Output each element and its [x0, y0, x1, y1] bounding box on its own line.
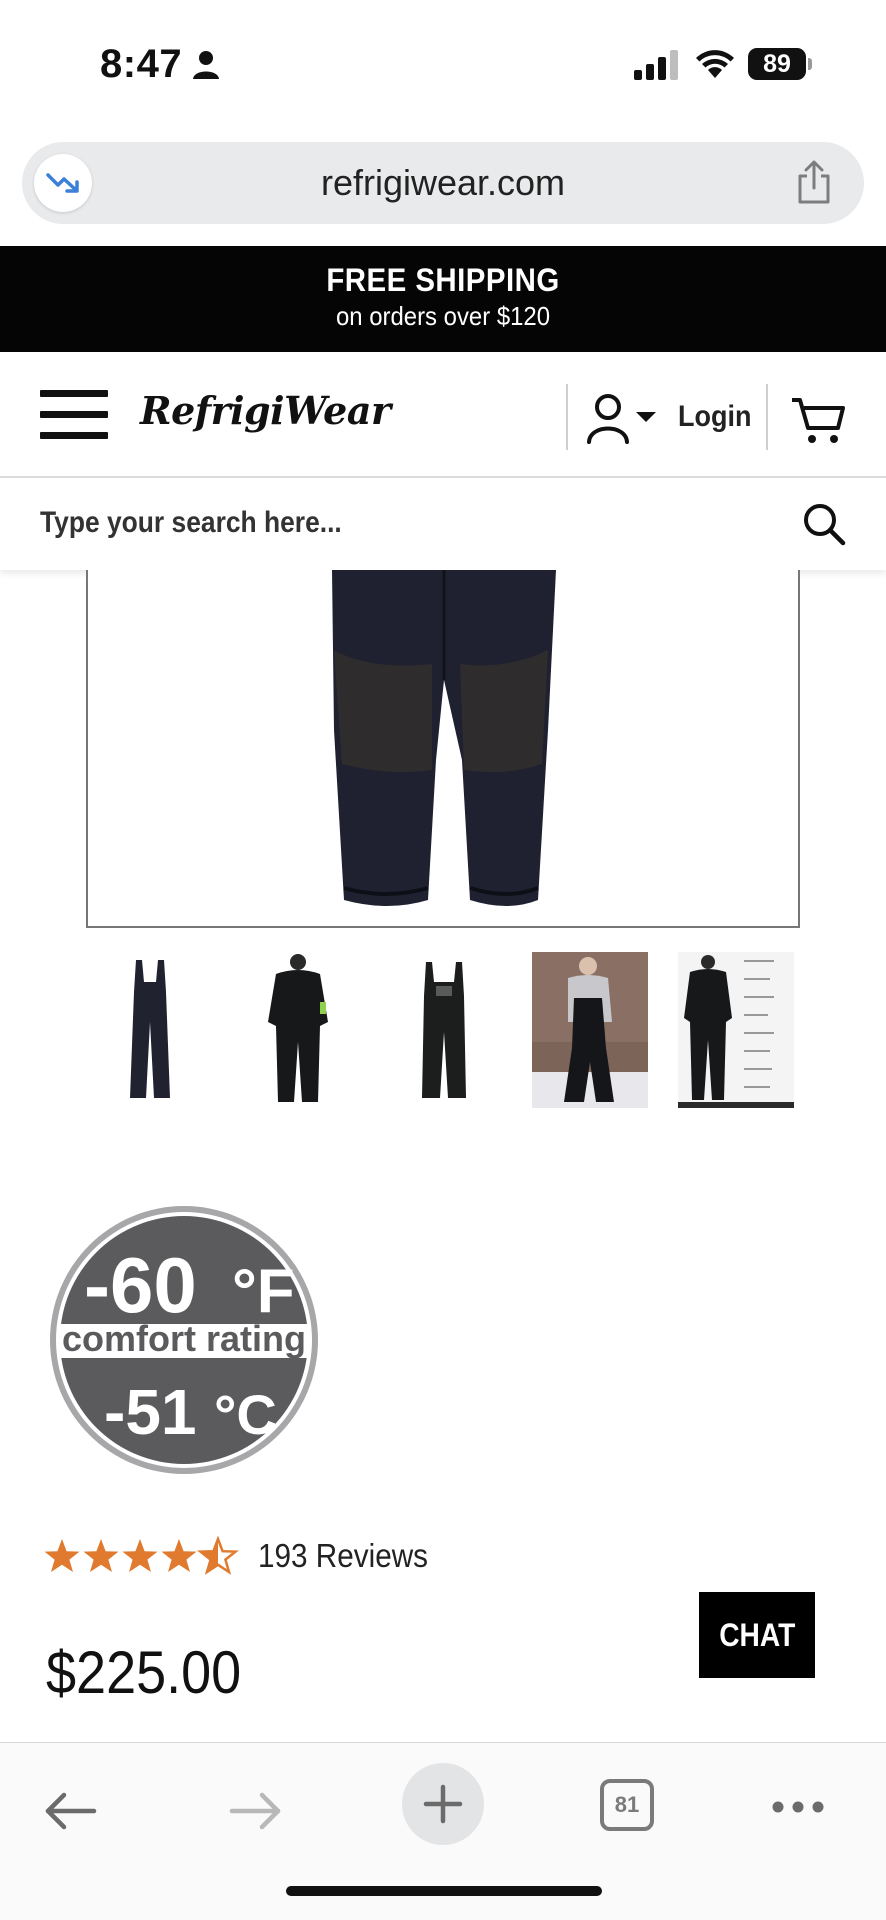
tab-switcher-button[interactable]: 81 [600, 1779, 654, 1831]
review-count[interactable]: 193 Reviews [258, 1537, 428, 1575]
promo-subtitle: on orders over $120 [335, 301, 551, 331]
star-icon [199, 1537, 237, 1574]
back-arrow-icon[interactable] [44, 1791, 98, 1831]
promo-banner[interactable]: FREE SHIPPING on orders over $120 [0, 246, 886, 352]
forward-arrow-icon[interactable] [228, 1791, 282, 1831]
product-main-image[interactable] [86, 570, 800, 928]
address-bar[interactable]: refrigiwear.com [22, 142, 864, 224]
thumbnail-2[interactable] [240, 952, 356, 1108]
home-indicator [286, 1886, 602, 1896]
celsius-value: -51 [104, 1376, 197, 1448]
search-icon[interactable] [802, 502, 846, 546]
chat-button[interactable]: CHAT [699, 1592, 815, 1678]
thumbnail-1[interactable] [92, 952, 208, 1108]
more-options-icon[interactable] [772, 1801, 824, 1813]
status-time: 8:47 [100, 42, 183, 86]
header-divider [566, 384, 568, 450]
celsius-unit: °C [214, 1383, 277, 1446]
plus-icon [423, 1784, 463, 1824]
comfort-rating-badge: -60 °F comfort rating -51 °C [50, 1206, 318, 1474]
thumbnail-strip [0, 952, 886, 1112]
battery-indicator: 89 [748, 48, 806, 80]
promo-title: FREE SHIPPING [326, 262, 560, 298]
search-bar[interactable]: Type your search here... [0, 478, 886, 570]
star-rating [44, 1537, 237, 1574]
product-price: $225.00 [46, 1639, 242, 1706]
site-header: RefrigiWear Login [0, 352, 886, 478]
chat-label: CHAT [718, 1617, 796, 1653]
star-icon [83, 1539, 119, 1572]
login-link[interactable]: Login [678, 400, 751, 434]
header-divider [766, 384, 768, 450]
star-icon [44, 1539, 80, 1572]
cellular-signal-icon [634, 50, 678, 80]
product-rating[interactable]: 193 Reviews [44, 1534, 447, 1578]
battery-nub [808, 58, 812, 70]
wifi-icon [696, 50, 734, 78]
brand-logo[interactable]: RefrigiWear [140, 388, 391, 433]
cart-icon[interactable] [790, 396, 846, 446]
comfort-rating-label: comfort rating [62, 1318, 306, 1359]
thumbnail-5[interactable] [678, 952, 794, 1108]
fahrenheit-value: -60 [84, 1241, 197, 1329]
menu-icon[interactable] [40, 390, 110, 440]
fahrenheit-unit: °F [232, 1257, 295, 1326]
star-icon [122, 1539, 158, 1572]
share-icon[interactable] [794, 160, 834, 206]
thumbnail-4[interactable] [532, 952, 648, 1108]
new-tab-button[interactable] [402, 1763, 484, 1845]
person-icon [193, 51, 219, 79]
product-image-graphic [332, 570, 556, 906]
star-icon [161, 1539, 197, 1572]
search-input[interactable]: Type your search here... [40, 506, 342, 540]
status-bar: 8:47 89 [0, 0, 886, 130]
user-account-icon[interactable] [586, 394, 660, 444]
url-text[interactable]: refrigiwear.com [22, 162, 864, 204]
thumbnail-3[interactable] [386, 952, 502, 1108]
